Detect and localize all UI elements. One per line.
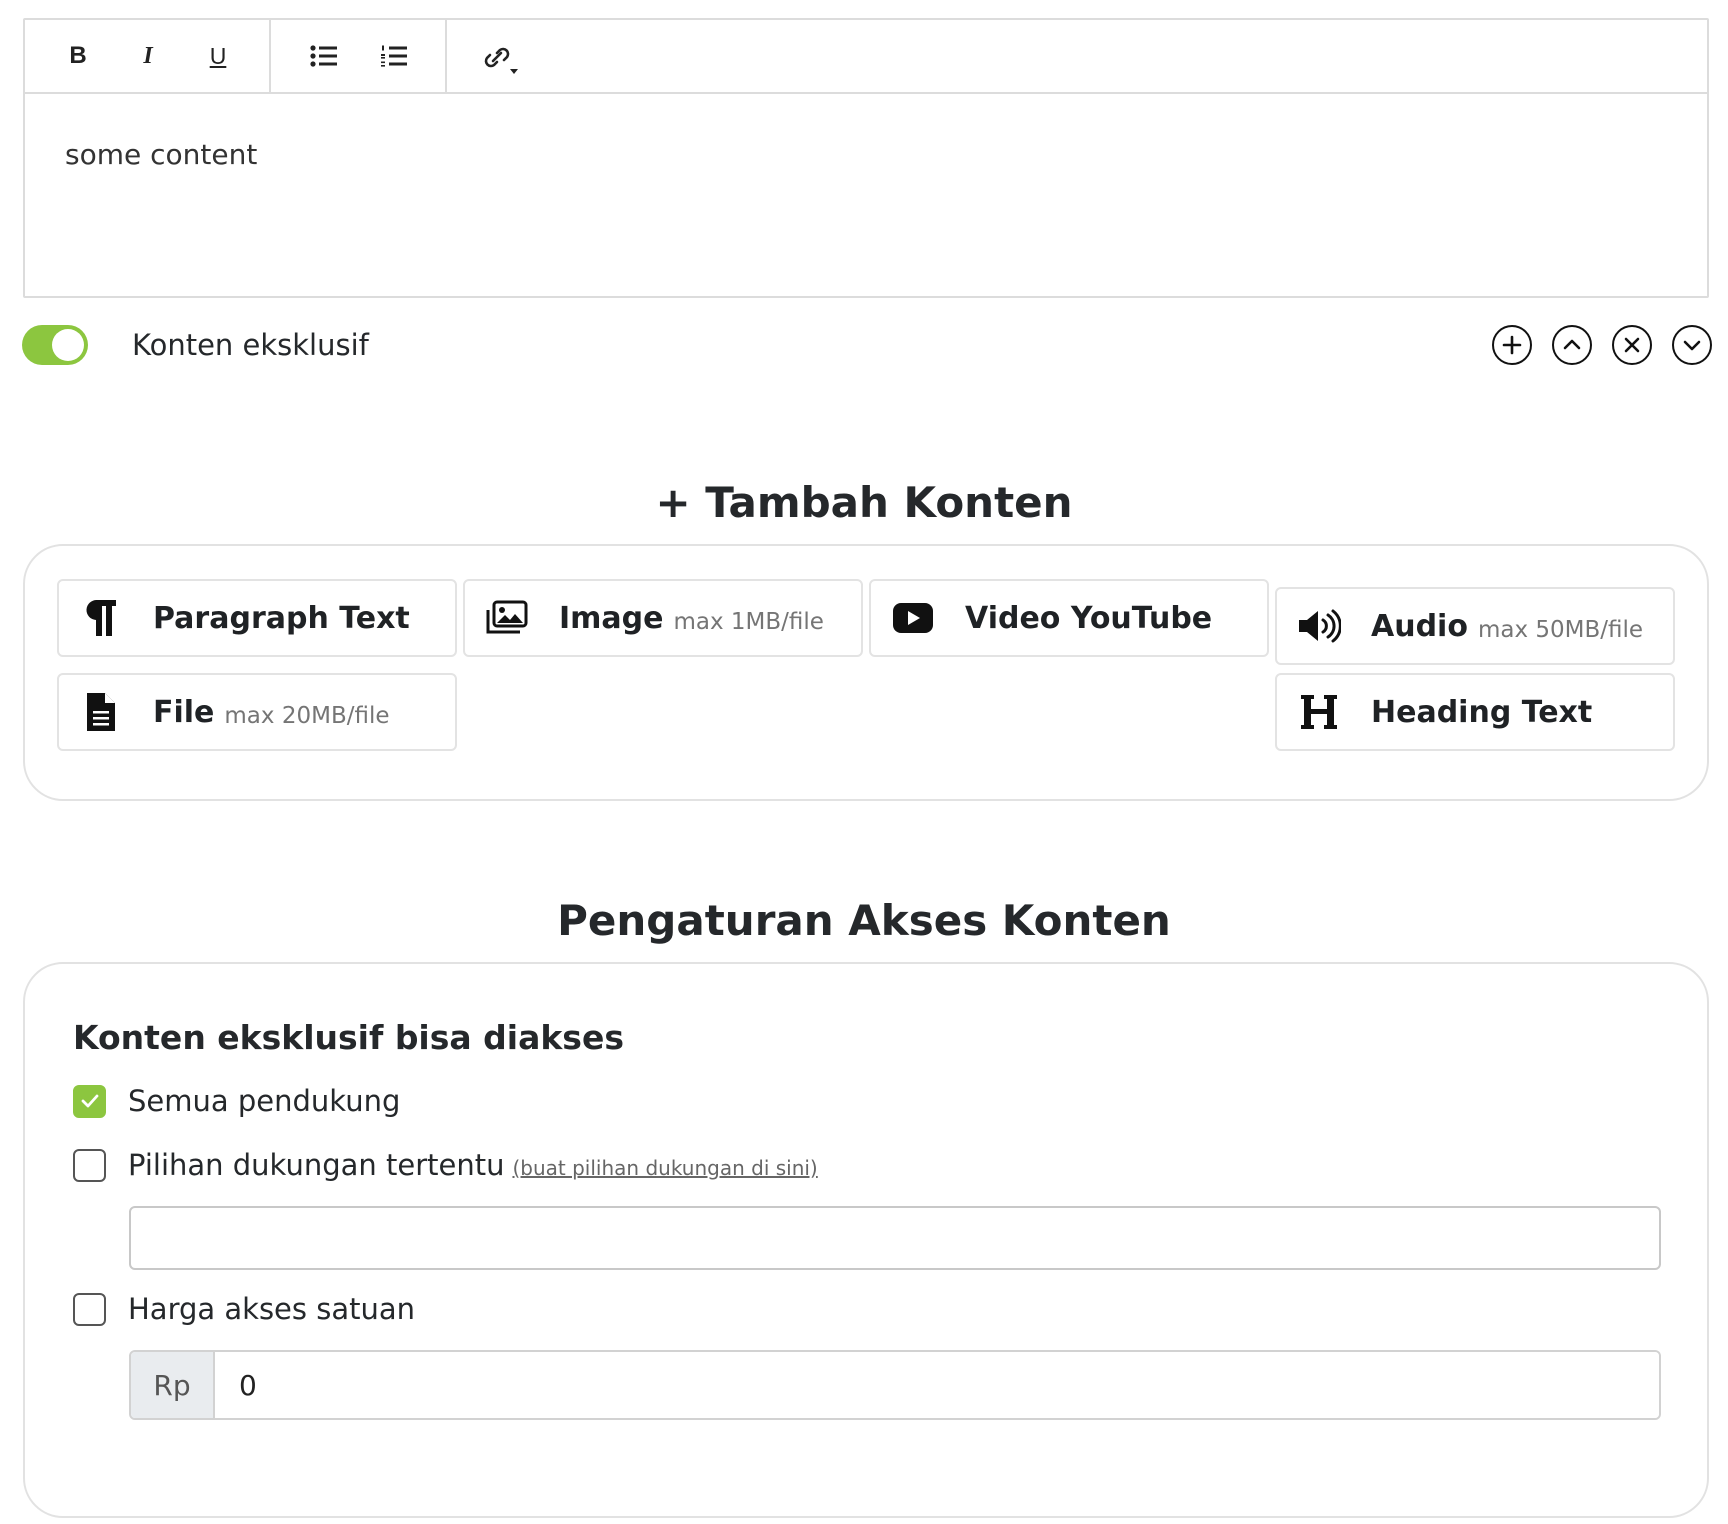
exclusive-row: Konten eksklusif [22, 320, 1712, 370]
check-icon [81, 1094, 98, 1108]
add-heading-button[interactable]: Heading Text [1275, 673, 1675, 751]
rich-text-editor: B I U some content [23, 18, 1709, 298]
add-block-button[interactable] [1492, 325, 1532, 365]
add-heading-label: Heading Text [1371, 694, 1593, 730]
access-settings-card: Konten eksklusif bisa diakses Semua pend… [23, 962, 1709, 1518]
checkbox-unit-price[interactable] [73, 1292, 106, 1326]
underline-button[interactable]: U [183, 21, 253, 91]
add-content-title: + Tambah Konten [655, 478, 1073, 527]
price-input[interactable] [215, 1352, 1659, 1418]
plus-circle-icon [1502, 335, 1522, 355]
editor-toolbar: B I U [25, 20, 1707, 94]
add-image-limit: max 1MB/file [673, 609, 824, 635]
bold-button[interactable]: B [43, 21, 113, 91]
chevron-down-circle-icon [1683, 340, 1701, 351]
exclusive-toggle[interactable] [22, 325, 88, 365]
bullet-list-icon [310, 45, 337, 67]
add-audio-limit: max 50MB/file [1477, 617, 1644, 643]
block-actions [1492, 325, 1712, 365]
list-group [271, 20, 447, 92]
option-unit-price[interactable]: Harga akses satuan [73, 1292, 415, 1326]
currency-prefix: Rp [131, 1352, 215, 1418]
move-down-button[interactable] [1672, 325, 1712, 365]
add-audio-button[interactable]: Audio max 50MB/file [1275, 587, 1675, 665]
chevron-up-circle-icon [1563, 339, 1581, 350]
tier-select-input[interactable] [129, 1206, 1661, 1270]
add-content-card: Paragraph Text Image max 1MB/file Video … [23, 544, 1709, 801]
add-youtube-label: Video YouTube [965, 600, 1213, 636]
option-all-supporters[interactable]: Semua pendukung [73, 1084, 400, 1118]
add-file-limit: max 20MB/file [224, 703, 390, 729]
add-audio-label: Audio [1371, 608, 1468, 644]
access-settings-title: Pengaturan Akses Konten [557, 896, 1171, 945]
x-circle-icon [1624, 337, 1640, 353]
add-image-label: Image [559, 600, 664, 636]
option-specific-tiers[interactable]: Pilihan dukungan tertentu (buat pilihan … [73, 1148, 818, 1182]
editor-content[interactable]: some content [25, 94, 1707, 215]
format-group: B I U [25, 20, 271, 92]
bullet-list-button[interactable] [289, 21, 359, 91]
italic-button[interactable]: I [113, 21, 183, 91]
volume-icon [1297, 604, 1341, 648]
create-tier-link[interactable]: (buat pilihan dukungan di sini) [512, 1156, 817, 1180]
add-file-label: File [153, 694, 215, 730]
exclusive-label: Konten eksklusif [132, 328, 369, 362]
access-subtitle: Konten eksklusif bisa diakses [73, 1018, 624, 1057]
images-icon [485, 596, 529, 640]
remove-block-button[interactable] [1612, 325, 1652, 365]
link-icon [484, 47, 518, 74]
link-group [447, 20, 551, 92]
add-youtube-button[interactable]: Video YouTube [869, 579, 1269, 657]
numbered-list-button[interactable] [359, 21, 429, 91]
checkbox-all-supporters[interactable] [73, 1084, 106, 1118]
specific-tiers-label: Pilihan dukungan tertentu [128, 1148, 505, 1182]
file-icon [79, 690, 123, 734]
move-up-button[interactable] [1552, 325, 1592, 365]
all-supporters-label: Semua pendukung [128, 1084, 401, 1118]
checkbox-specific-tiers[interactable] [73, 1148, 106, 1182]
paragraph-icon [79, 596, 123, 640]
toggle-knob [52, 329, 84, 361]
price-input-group: Rp [129, 1350, 1661, 1420]
unit-price-label: Harga akses satuan [128, 1292, 416, 1326]
heading-icon [1297, 690, 1341, 734]
add-paragraph-button[interactable]: Paragraph Text [57, 579, 457, 657]
add-file-button[interactable]: File max 20MB/file [57, 673, 457, 751]
add-paragraph-label: Paragraph Text [153, 600, 410, 636]
link-dropdown-button[interactable] [465, 21, 535, 91]
numbered-list-icon [381, 45, 407, 67]
add-image-button[interactable]: Image max 1MB/file [463, 579, 863, 657]
youtube-icon [891, 596, 935, 640]
